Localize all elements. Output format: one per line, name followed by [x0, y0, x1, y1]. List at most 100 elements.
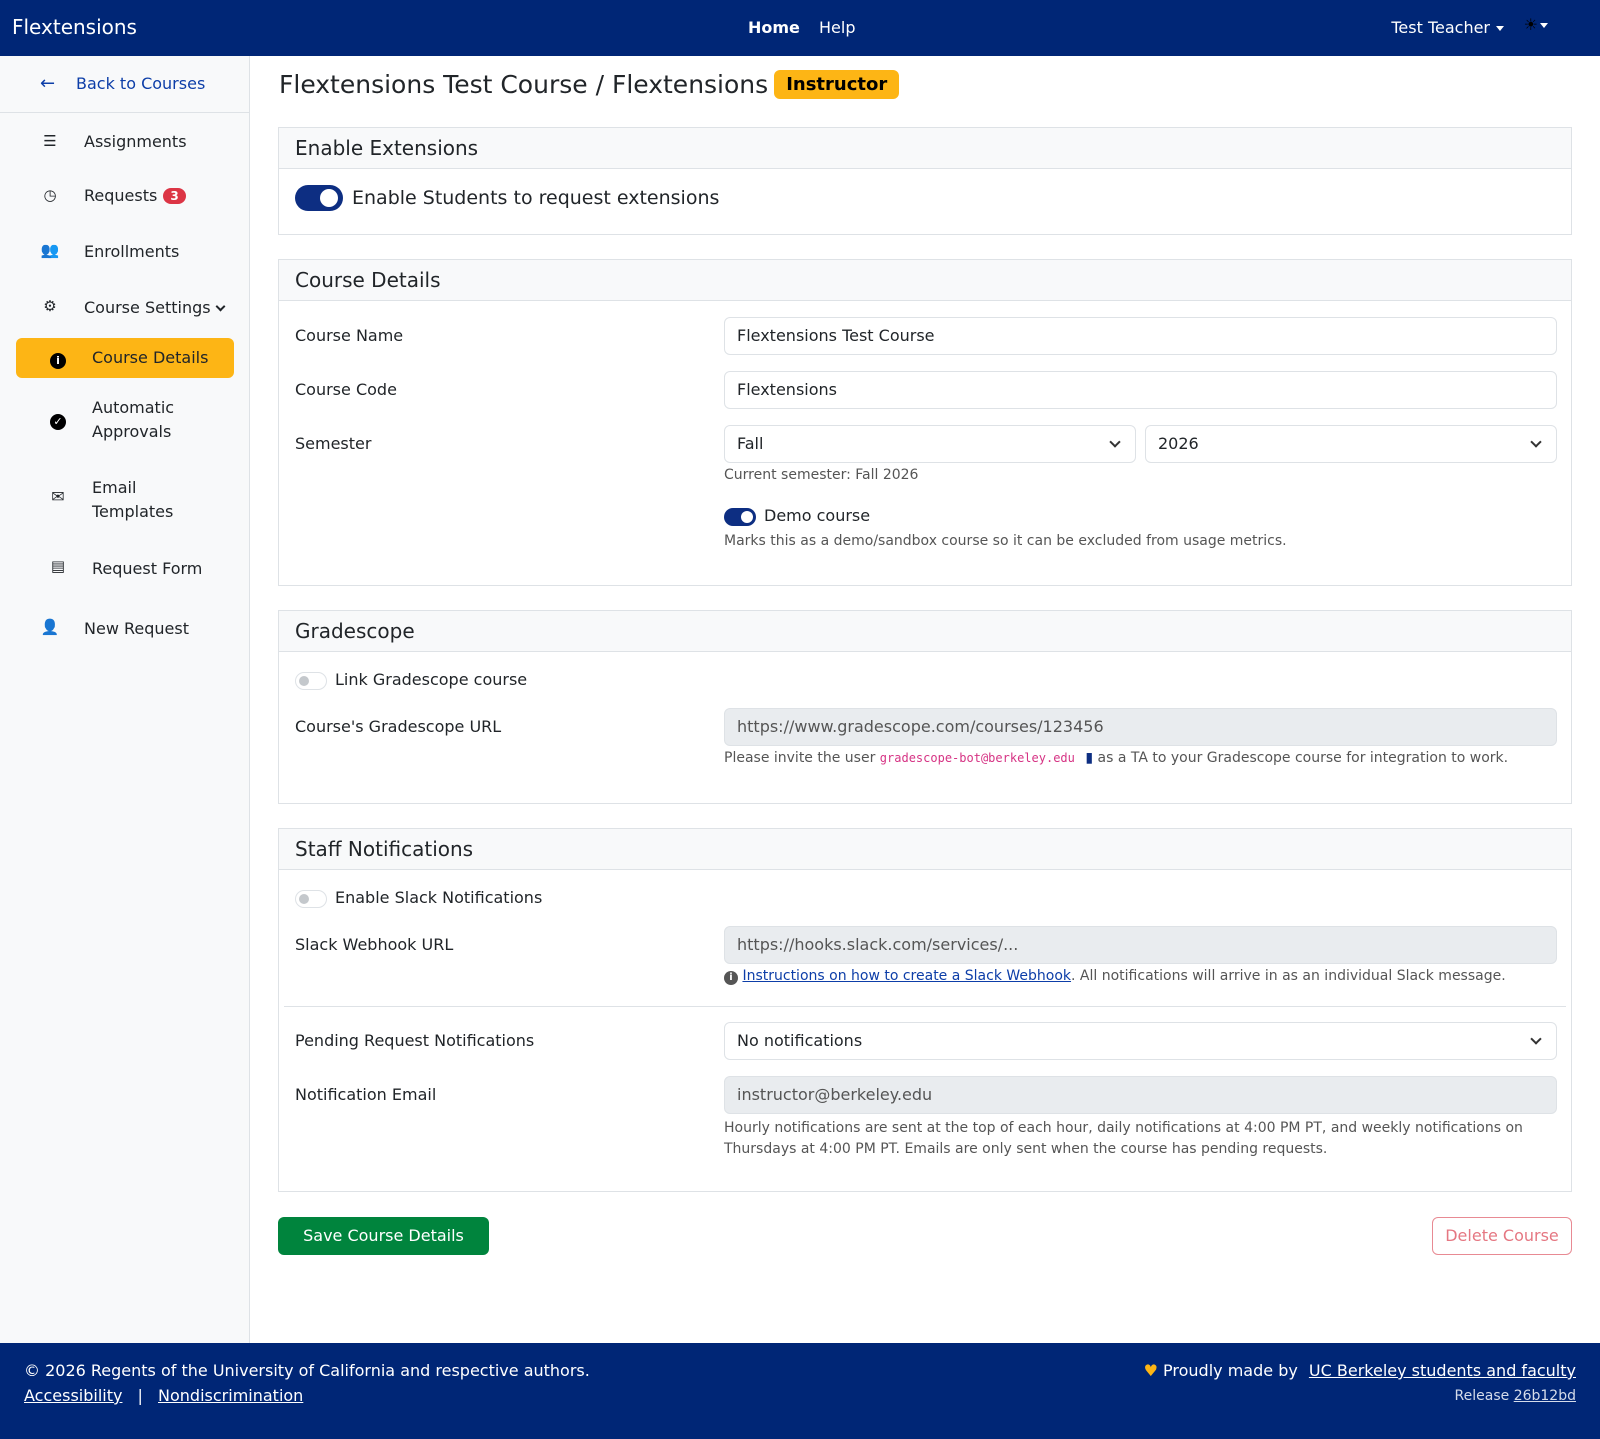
course-name-input[interactable]: Flextensions Test Course — [724, 317, 1557, 355]
enable-extensions-toggle[interactable] — [295, 185, 343, 211]
release-label: Release — [1454, 1388, 1510, 1404]
release-hash-link[interactable]: 26b12bd — [1514, 1388, 1576, 1404]
slack-notifications-toggle[interactable] — [295, 890, 327, 908]
theme-toggle[interactable]: ☀ — [1524, 15, 1548, 34]
clipboard-icon[interactable]: ▮ — [1085, 750, 1093, 766]
webhook-url-input[interactable]: https://hooks.slack.com/services/... — [724, 926, 1557, 964]
webhook-url-label: Slack Webhook URL — [295, 935, 454, 954]
sidebar-item-course-settings[interactable]: ⚙ Course Settings — [0, 296, 249, 326]
gear-icon: ⚙ — [43, 297, 57, 315]
sidebar-item-label: Requests — [84, 186, 158, 205]
sidebar-item-course-details[interactable]: i Course Details — [16, 338, 234, 378]
sidebar-item-label: Course Settings — [84, 298, 211, 317]
webhook-help: i Instructions on how to create a Slack … — [724, 968, 1506, 985]
link-gradescope-toggle[interactable] — [295, 672, 327, 690]
demo-course-label: Demo course — [764, 506, 871, 525]
sidebar-item-automatic-approvals[interactable]: ✓ Automatic Approvals — [16, 394, 234, 446]
semester-term-value: Fall — [737, 434, 764, 453]
chevron-down-icon — [1540, 23, 1548, 28]
sidebar-item-label: Email Templates — [92, 478, 174, 521]
course-code-input[interactable]: Flextensions — [724, 371, 1557, 409]
link-gradescope-label: Link Gradescope course — [335, 670, 528, 689]
course-code-label: Course Code — [295, 380, 397, 399]
page-title-text: Flextensions Test Course / Flextensions — [279, 70, 769, 99]
gradescope-help: Please invite the user gradescope-bot@be… — [724, 750, 1508, 766]
pending-notifications-label: Pending Request Notifications — [295, 1031, 535, 1050]
staff-notifications-card: Staff Notifications Enable Slack Notific… — [278, 828, 1572, 1192]
card-header: Staff Notifications — [279, 829, 1571, 870]
webhook-help-text: . All notifications will arrive in as an… — [1071, 968, 1506, 984]
made-by-prefix: Proudly made by — [1163, 1361, 1298, 1380]
accessibility-link[interactable]: Accessibility — [24, 1386, 122, 1405]
sidebar-item-label: Assignments — [84, 132, 187, 151]
gradescope-card: Gradescope Link Gradescope course Course… — [278, 610, 1572, 804]
sun-icon: ☀ — [1523, 15, 1538, 34]
sidebar-item-request-form[interactable]: ▤ Request Form — [16, 554, 234, 584]
file-icon: ▤ — [50, 557, 66, 575]
semester-term-select[interactable]: Fall — [724, 425, 1136, 463]
footer: © 2026 Regents of the University of Cali… — [0, 1343, 1600, 1439]
sidebar-item-label: New Request — [84, 619, 189, 638]
top-navbar: Flextensions Home Help Test Teacher ☀ — [0, 0, 1600, 56]
clock-icon: ◷ — [43, 186, 57, 204]
brand-logo[interactable]: Flextensions — [12, 15, 137, 39]
card-header: Gradescope — [279, 611, 1571, 652]
nav-help-link[interactable]: Help — [819, 18, 855, 37]
sidebar-item-label: Enrollments — [84, 242, 180, 261]
sidebar-item-email-templates[interactable]: ✉ Email Templates — [16, 474, 234, 526]
gradescope-url-label: Course's Gradescope URL — [295, 717, 502, 736]
user-menu[interactable]: Test Teacher — [1391, 18, 1504, 37]
course-settings-wrap: Course Settings — [84, 298, 226, 317]
slack-notifications-label: Enable Slack Notifications — [335, 888, 543, 907]
footer-made-by: ♥ Proudly made by UC Berkeley students a… — [1144, 1361, 1576, 1380]
divider — [284, 1006, 1566, 1007]
sidebar-item-requests[interactable]: ◷ Requests 3 — [0, 184, 249, 214]
sidebar-item-requests-wrap: Requests 3 — [84, 186, 186, 205]
nav-links: Home Help — [748, 18, 869, 37]
sidebar-item-assignments[interactable]: ☰ Assignments — [0, 130, 249, 160]
chevron-down-icon — [1496, 26, 1504, 31]
enable-extensions-card: Enable Extensions Enable Students to req… — [278, 127, 1572, 235]
back-to-courses-label: Back to Courses — [76, 74, 206, 93]
sidebar-item-new-request[interactable]: 👤 New Request — [0, 616, 249, 646]
chevron-down-icon — [1530, 1033, 1542, 1045]
info-circle-icon: i — [48, 349, 68, 369]
footer-links: Accessibility | Nondiscrimination — [24, 1386, 303, 1405]
info-circle-icon: i — [724, 971, 738, 985]
chevron-down-icon — [1530, 436, 1542, 448]
pending-notifications-select[interactable]: No notifications — [724, 1022, 1557, 1060]
requests-count-badge: 3 — [163, 188, 186, 204]
footer-release: Release 26b12bd — [1455, 1388, 1576, 1404]
page-title: Flextensions Test Course / Flextensions I… — [279, 70, 900, 99]
semester-label: Semester — [295, 434, 372, 453]
arrow-left-icon: ← — [40, 73, 56, 94]
card-header: Enable Extensions — [279, 128, 1571, 169]
gradescope-bot-email: gradescope-bot@berkeley.edu — [879, 751, 1075, 765]
check-circle-icon: ✓ — [48, 410, 68, 430]
course-name-label: Course Name — [295, 326, 404, 345]
envelope-icon: ✉ — [51, 487, 65, 506]
sidebar-item-enrollments[interactable]: 👥 Enrollments — [0, 240, 249, 270]
webhook-instructions-link[interactable]: Instructions on how to create a Slack We… — [742, 968, 1071, 984]
user-plus-icon: 👤 — [40, 618, 60, 636]
save-course-details-button[interactable]: Save Course Details — [278, 1217, 489, 1255]
semester-year-select[interactable]: 2026 — [1145, 425, 1557, 463]
gradescope-url-input[interactable]: https://www.gradescope.com/courses/12345… — [724, 708, 1557, 746]
nav-home-link[interactable]: Home — [748, 18, 800, 37]
role-badge: Instructor — [774, 70, 900, 99]
course-details-card: Course Details Course Name Flextensions … — [278, 259, 1572, 586]
sidebar-item-label: Automatic Approvals — [92, 398, 175, 441]
gradescope-help-suffix: as a TA to your Gradescope course for in… — [1097, 750, 1509, 766]
demo-course-toggle[interactable] — [724, 508, 756, 526]
sidebar-item-label: Course Details — [92, 348, 209, 367]
pending-notifications-value: No notifications — [737, 1031, 863, 1050]
gradescope-help-prefix: Please invite the user — [724, 750, 876, 766]
notification-email-input[interactable]: instructor@berkeley.edu — [724, 1076, 1557, 1114]
back-to-courses-link[interactable]: ← Back to Courses — [0, 56, 249, 113]
user-name: Test Teacher — [1391, 18, 1490, 37]
current-semester-text: Current semester: Fall 2026 — [724, 467, 919, 483]
nondiscrimination-link[interactable]: Nondiscrimination — [158, 1386, 303, 1405]
made-by-link[interactable]: UC Berkeley students and faculty — [1309, 1361, 1576, 1380]
delete-course-button[interactable]: Delete Course — [1432, 1217, 1572, 1255]
semester-year-value: 2026 — [1158, 434, 1199, 453]
